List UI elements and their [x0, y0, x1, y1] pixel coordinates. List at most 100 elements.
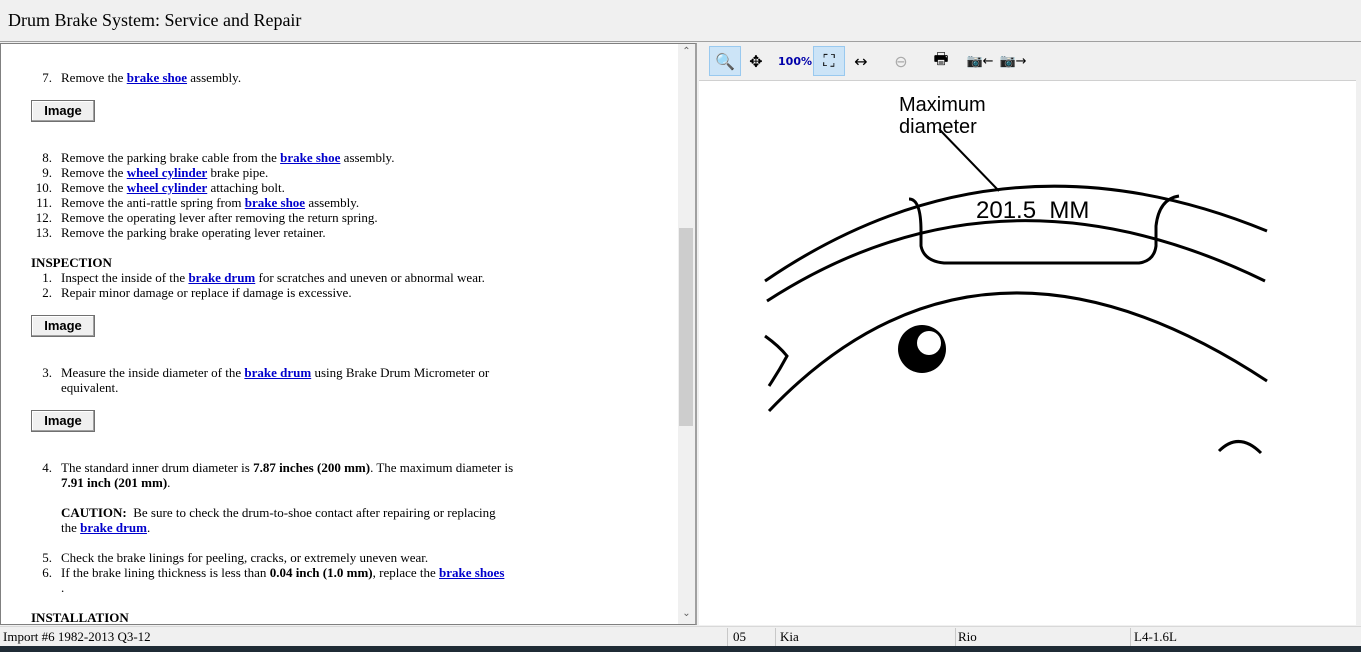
term-link[interactable]: brake shoe [245, 195, 305, 210]
step-text: Inspect the inside of the brake drum for… [61, 270, 485, 285]
text-segment: the [61, 520, 81, 535]
status-bar: Import #6 1982-2013 Q3-12 05 Kia Rio L4-… [0, 626, 1361, 646]
term-link[interactable]: brake drum [80, 520, 147, 535]
installation-heading: INSTALLATION [31, 610, 129, 625]
diagram-label-line2: diameter [899, 116, 977, 138]
text-segment: Remove the [61, 165, 127, 180]
right-pane-edge [1356, 43, 1361, 625]
zoom-in-icon[interactable]: 🔍 [709, 46, 741, 76]
step-text: Check the brake linings for peeling, cra… [61, 550, 428, 565]
step-text: If the brake lining thickness is less th… [61, 565, 504, 580]
text-segment: brake pipe. [207, 165, 269, 180]
previous-image-icon[interactable]: 📷← [964, 46, 996, 76]
step-number: 13. [35, 225, 52, 240]
text-segment: assembly. [187, 70, 242, 85]
image-button[interactable]: Image [31, 315, 95, 337]
zoom-out-icon[interactable]: ⊖ [885, 46, 917, 76]
text-segment: Remove the [61, 70, 127, 85]
text-segment: Measure the inside diameter of the [61, 365, 245, 380]
image-pane: 🔍 ✥ 100% ⛶ ↔ ⊖ 🖶 📷← 📷→ Maximum diameter … [699, 43, 1361, 625]
text-segment: Remove the parking brake operating lever… [61, 225, 326, 240]
scroll-up-icon[interactable]: ⌃ [678, 46, 695, 57]
text-segment: Remove the parking brake cable from the [61, 150, 281, 165]
text-segment: Remove the anti-rattle spring from [61, 195, 245, 210]
status-engine: L4-1.6L [1134, 629, 1177, 644]
text-segment: . [167, 475, 171, 490]
term-link[interactable]: wheel cylinder [127, 165, 208, 180]
bold-text: 0.04 inch (1.0 mm) [269, 565, 373, 580]
step-text: 7.91 inch (201 mm). [61, 475, 170, 490]
text-segment: . The maximum diameter is [370, 460, 514, 475]
step-number: 6. [42, 565, 52, 580]
text-segment: Remove the operating lever after removin… [61, 210, 378, 225]
bold-text: 7.91 inch (201 mm) [61, 475, 168, 490]
scroll-down-icon[interactable]: ⌄ [678, 608, 695, 619]
image-toolbar: 🔍 ✥ 100% ⛶ ↔ ⊖ 🖶 📷← 📷→ [699, 43, 1361, 81]
text-segment: . [146, 520, 151, 535]
step-text: Remove the wheel cylinder brake pipe. [61, 165, 268, 180]
status-make: Kia [780, 629, 799, 644]
text-segment: The standard inner drum diameter is [61, 460, 254, 475]
diagram-value: 201.5 MM [976, 197, 1089, 224]
text-segment: . [61, 580, 65, 595]
window-title: Drum Brake System: Service and Repair [8, 10, 302, 30]
term-link[interactable]: brake drum [244, 365, 311, 380]
step-text: Repair minor damage or replace if damage… [61, 285, 352, 300]
text-segment: Check the brake linings for peeling, cra… [61, 550, 429, 565]
next-image-icon[interactable]: 📷→ [997, 46, 1029, 76]
bold-text: 7.87 inches (200 mm) [253, 460, 371, 475]
inspection-heading: INSPECTION [31, 255, 112, 270]
text-segment: attaching bolt. [207, 180, 285, 195]
step-text: Remove the wheel cylinder attaching bolt… [61, 180, 285, 195]
zoom-100-icon[interactable]: 100% [778, 46, 812, 76]
text-segment: using Brake Drum Micrometer or [311, 365, 490, 380]
status-source: Import #6 1982-2013 Q3-12 [3, 629, 151, 644]
step-text: Remove the brake shoe assembly. [61, 70, 241, 85]
bold-text: CAUTION: [61, 505, 127, 520]
taskbar [0, 646, 1361, 652]
step-text: Remove the anti-rattle spring from brake… [61, 195, 359, 210]
text-segment: Repair minor damage or replace if damage… [61, 285, 352, 300]
text-segment: for scratches and uneven or abnormal wea… [255, 270, 485, 285]
term-link[interactable]: wheel cylinder [127, 180, 208, 195]
step-number: 11. [36, 195, 52, 210]
term-link[interactable]: brake shoes [439, 565, 504, 580]
diagram-label-line1: Maximum [899, 94, 986, 116]
term-link[interactable]: brake shoe [280, 150, 340, 165]
text-segment: Inspect the inside of the [61, 270, 189, 285]
zoom-fit-icon[interactable]: ⛶ [813, 46, 845, 76]
vertical-scrollbar[interactable]: ⌃ ⌄ [678, 44, 695, 624]
step-text: CAUTION: Be sure to check the drum-to-sh… [61, 505, 496, 520]
step-text: Remove the operating lever after removin… [61, 210, 378, 225]
text-segment: Be sure to check the drum-to-shoe contac… [126, 505, 496, 520]
text-segment: equivalent. [61, 380, 119, 395]
step-text: . [61, 580, 64, 595]
text-segment: Remove the [61, 180, 127, 195]
status-model: Rio [958, 629, 977, 644]
term-link[interactable]: brake shoe [127, 70, 187, 85]
text-segment: assembly. [340, 150, 395, 165]
print-icon[interactable]: 🖶 [925, 46, 957, 76]
scrollbar-thumb[interactable] [679, 228, 693, 426]
image-button[interactable]: Image [31, 100, 95, 122]
document-content: 7. Remove the brake shoe assembly. Image … [1, 44, 677, 624]
title-bar: Drum Brake System: Service and Repair [0, 0, 1361, 42]
step-number: 10. [35, 180, 52, 195]
step-number: 9. [42, 165, 52, 180]
text-segment: assembly. [305, 195, 360, 210]
step-number: 4. [42, 460, 52, 475]
step-number: 8. [42, 150, 52, 165]
brake-drum-diagram: Maximum diameter 201.5 MM [764, 94, 1268, 455]
pan-icon[interactable]: ✥ [740, 46, 772, 76]
step-number: 3. [42, 365, 52, 380]
step-number: 2. [42, 285, 52, 300]
step-text: the brake drum. [61, 520, 150, 535]
zoom-width-icon[interactable]: ↔ [845, 46, 877, 76]
step-text: Remove the parking brake operating lever… [61, 225, 326, 240]
step-text: The standard inner drum diameter is 7.87… [61, 460, 513, 475]
step-text: Measure the inside diameter of the brake… [61, 365, 489, 380]
term-link[interactable]: brake drum [188, 270, 255, 285]
image-button[interactable]: Image [31, 410, 95, 432]
step-number: 12. [35, 210, 52, 225]
step-number: 5. [42, 550, 52, 565]
